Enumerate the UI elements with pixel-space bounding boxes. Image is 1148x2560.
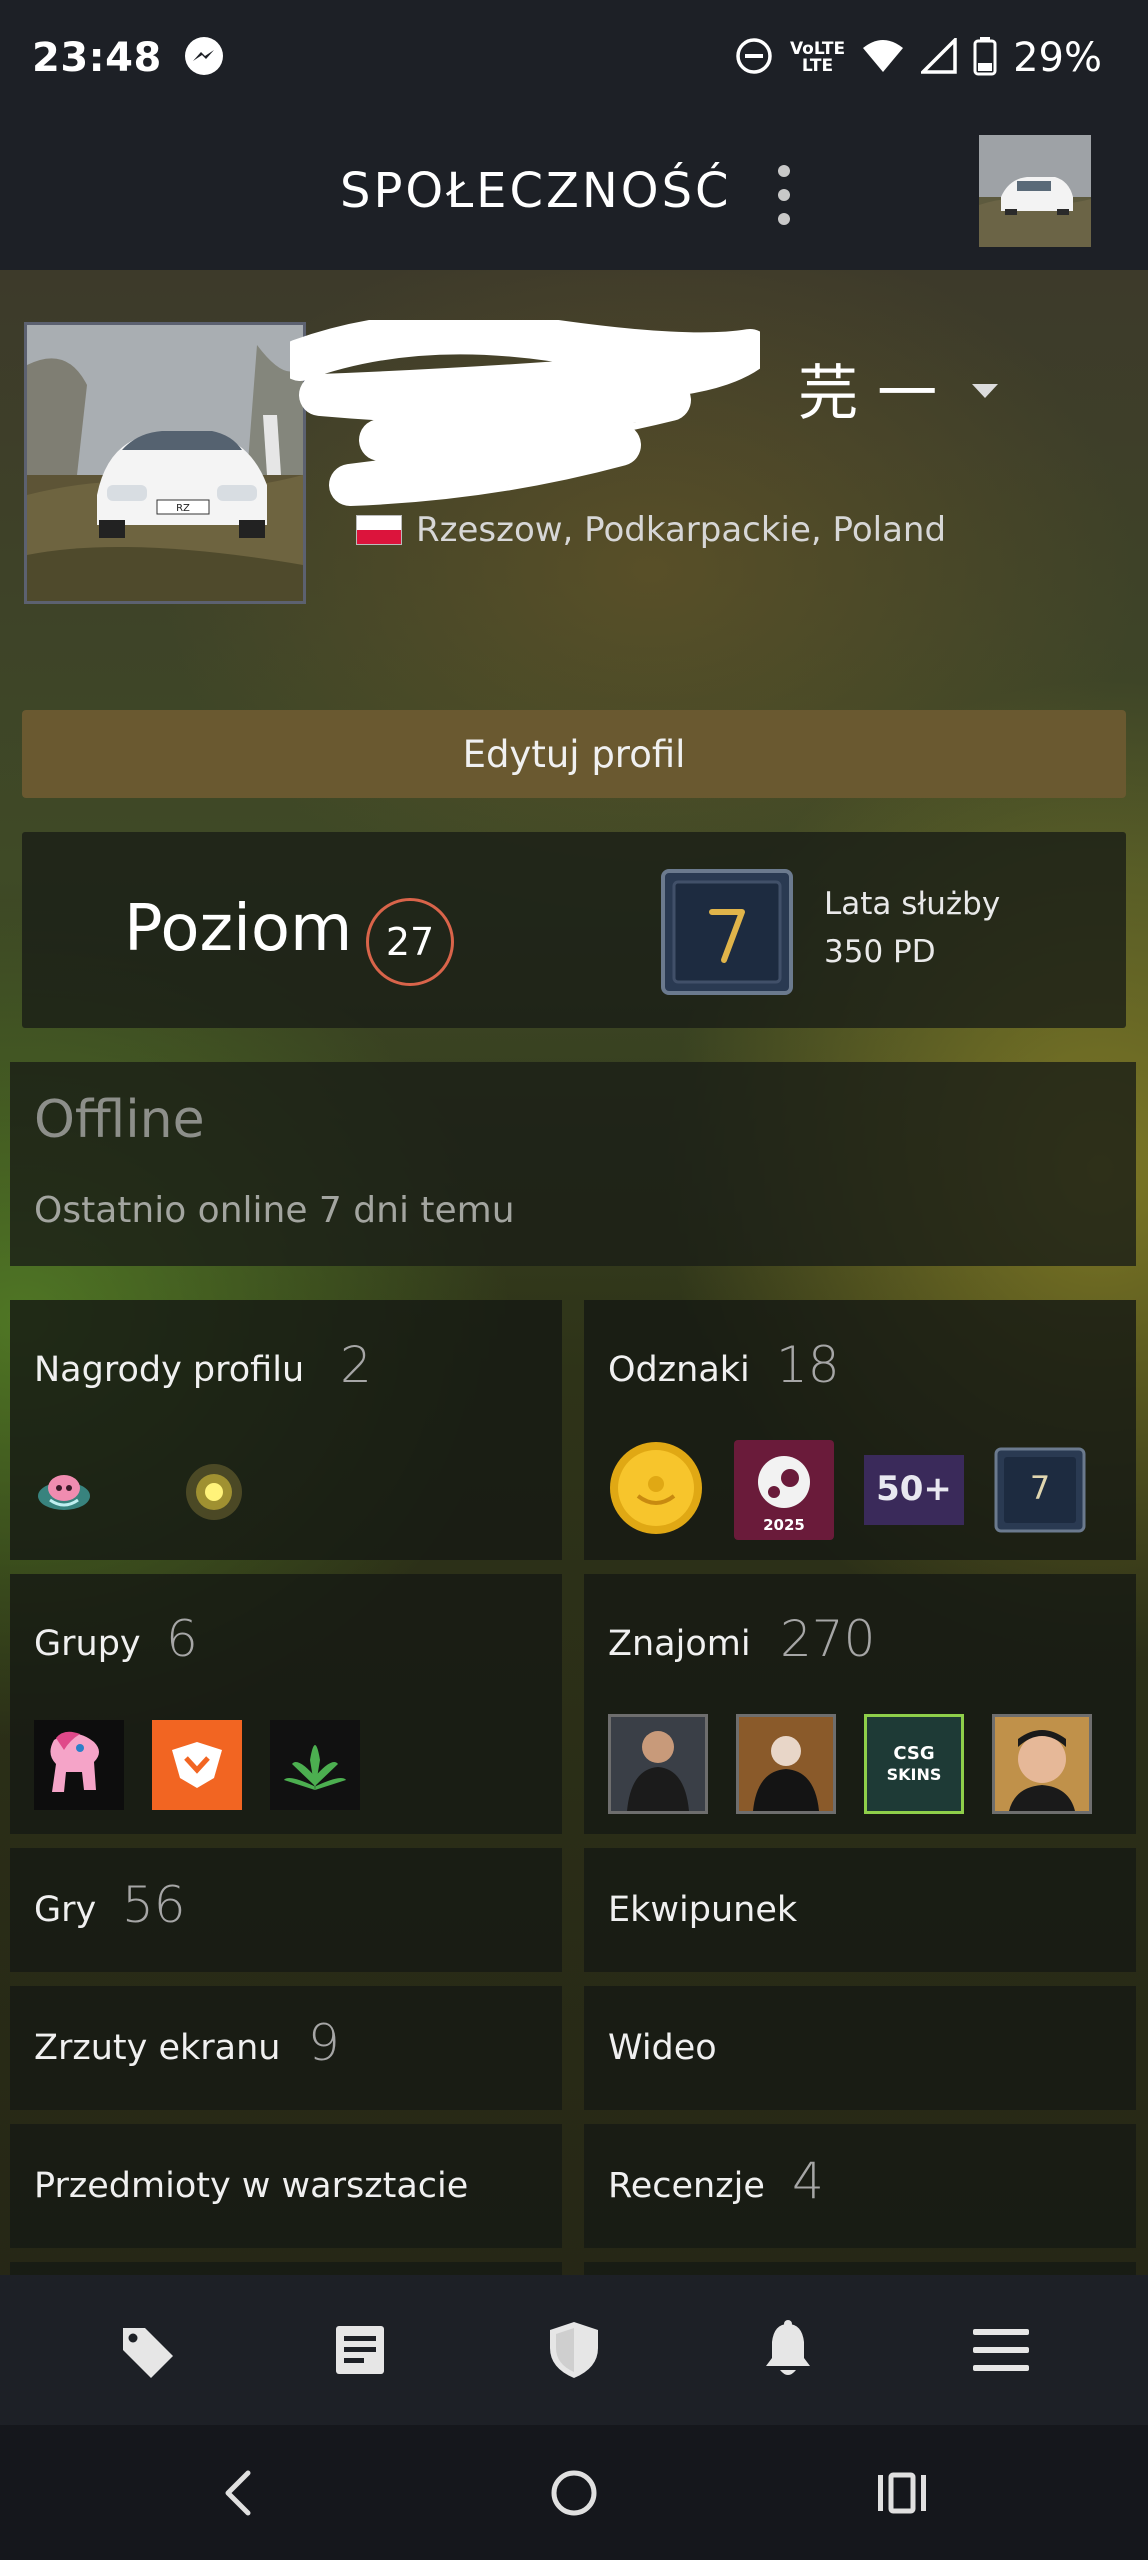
status-time: 23:48: [32, 34, 162, 81]
friend-avatar: [608, 1714, 708, 1814]
bell-icon[interactable]: [728, 2290, 848, 2410]
years-of-service-xp: 350 PD: [824, 934, 936, 970]
steam-2025-badge-icon: 2025: [734, 1440, 834, 1540]
badges-tile[interactable]: Odznaki 18 2025 50+ 7: [584, 1300, 1136, 1560]
online-status-box: Offline Ostatnio online 7 dni temu: [10, 1062, 1136, 1266]
volte-icon: VoLTE LTE: [789, 38, 846, 76]
pony-group-icon: [34, 1720, 124, 1814]
groups-count: 6: [166, 1610, 198, 1668]
games-count: 56: [122, 1876, 186, 1934]
battery-percent: 29%: [1013, 34, 1102, 81]
friend-avatar: [992, 1714, 1092, 1814]
next-row-tile-left[interactable]: [10, 2262, 562, 2275]
status-state: Offline: [34, 1090, 205, 1150]
inventory-label: Ekwipunek: [608, 1890, 798, 1930]
last-online-text: Ostatnio online 7 dni temu: [34, 1190, 515, 1231]
friends-label: Znajomi: [608, 1624, 751, 1664]
profile-avatar: RZ: [24, 322, 306, 604]
level-badge: 27: [366, 898, 454, 986]
svg-text:RZ: RZ: [176, 503, 190, 514]
groups-tile[interactable]: Grupy 6: [10, 1574, 562, 1834]
groups-label: Grupy: [34, 1624, 141, 1664]
level-label: Poziom: [124, 892, 353, 966]
redaction-scribble: [290, 320, 760, 506]
profile-rewards-count: 2: [340, 1336, 372, 1394]
badges-count: 18: [776, 1336, 840, 1394]
edit-profile-button[interactable]: Edytuj profil: [22, 710, 1126, 798]
cellular-signal-icon: [918, 35, 957, 78]
gold-coin-badge-icon: [608, 1440, 704, 1540]
battery-icon: [973, 36, 997, 80]
back-icon[interactable]: [210, 2463, 270, 2527]
videos-tile[interactable]: Wideo: [584, 1986, 1136, 2110]
golden-orb-reward-icon: [184, 1462, 244, 1526]
years-of-service-title: Lata służby: [824, 886, 1001, 922]
news-icon[interactable]: [300, 2290, 420, 2410]
virtus-pro-group-icon: [152, 1720, 242, 1814]
reviews-tile[interactable]: Recenzje 4: [584, 2124, 1136, 2248]
location-text: Rzeszow, Podkarpackie, Poland: [416, 510, 947, 550]
status-bar: 23:48 VoLTE LTE 29%: [0, 0, 1148, 115]
hamburger-menu-icon[interactable]: [941, 2290, 1061, 2410]
page-title: SPOŁECZNOŚĆ: [340, 163, 732, 219]
do-not-disturb-icon: [734, 36, 774, 80]
poland-flag-icon: [356, 515, 402, 545]
reviews-count: 4: [792, 2152, 824, 2210]
profile-location: Rzeszow, Podkarpackie, Poland: [356, 510, 946, 550]
inventory-tile[interactable]: Ekwipunek: [584, 1848, 1136, 1972]
persona-name-suffix: 芫 一: [798, 359, 938, 429]
store-tag-icon[interactable]: [87, 2290, 207, 2410]
level-box[interactable]: Poziom 27 Lata służby 350 PD: [22, 832, 1126, 1028]
screenshots-label: Zrzuty ekranu: [34, 2028, 281, 2068]
badge-year-text: 2025: [763, 1516, 805, 1534]
friend-avatar: [736, 1714, 836, 1814]
messenger-icon: [184, 36, 224, 80]
next-row-tile-right[interactable]: [584, 2262, 1136, 2275]
workshop-label: Przedmioty w warsztacie: [34, 2166, 469, 2206]
home-icon[interactable]: [544, 2463, 604, 2527]
fifty-plus-badge-icon: 50+: [864, 1455, 964, 1525]
jellyfish-reward-icon: [34, 1462, 94, 1526]
recent-apps-icon[interactable]: [872, 2463, 932, 2527]
system-navigation-bar: [0, 2425, 1148, 2560]
games-tile[interactable]: Gry 56: [10, 1848, 562, 1972]
badges-label: Odznaki: [608, 1350, 750, 1390]
friends-count: 270: [780, 1610, 876, 1668]
workshop-tile[interactable]: Przedmioty w warsztacie: [10, 2124, 562, 2248]
screenshots-count: 9: [308, 2014, 340, 2072]
app-bar: SPOŁECZNOŚĆ: [0, 115, 1148, 270]
profile-rewards-label: Nagrody profilu: [34, 1350, 305, 1390]
leaf-group-icon: [270, 1720, 360, 1814]
shield-icon[interactable]: [514, 2290, 634, 2410]
name-dropdown-icon[interactable]: [972, 384, 998, 398]
screenshots-tile[interactable]: Zrzuty ekranu 9: [10, 1986, 562, 2110]
wifi-icon: [861, 36, 905, 80]
reviews-label: Recenzje: [608, 2166, 765, 2206]
profile-rewards-tile[interactable]: Nagrody profilu 2: [10, 1300, 562, 1560]
videos-label: Wideo: [608, 2028, 717, 2068]
games-label: Gry: [34, 1890, 97, 1930]
friend-avatar: CSG SKINS: [864, 1714, 964, 1814]
bottom-navigation: [0, 2275, 1148, 2425]
years-of-service-badge-icon: [660, 868, 794, 996]
years-seven-badge-icon: 7: [994, 1447, 1086, 1533]
friends-tile[interactable]: Znajomi 270 CSG SKINS: [584, 1574, 1136, 1834]
user-avatar[interactable]: [979, 135, 1091, 247]
more-options-icon[interactable]: [772, 165, 796, 225]
